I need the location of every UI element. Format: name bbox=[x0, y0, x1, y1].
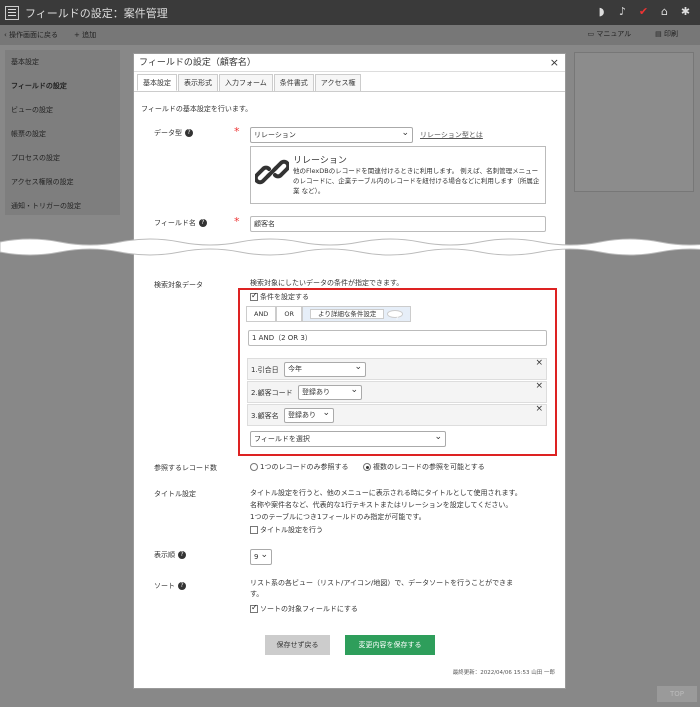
relation-help-link[interactable]: リレーション型とは bbox=[420, 130, 483, 140]
field-name-input[interactable]: 顧客名 bbox=[250, 216, 546, 232]
relation-title: リレーション bbox=[293, 156, 347, 166]
title-setting-desc: 名称や案件名など、代表的な1行テキストまたはリレーションを設定してください。 bbox=[250, 501, 513, 509]
ref-count-label: 参照するレコード数 bbox=[154, 464, 217, 472]
data-type-label: データ型? bbox=[154, 128, 193, 138]
print-link[interactable]: ▤ 印刷 bbox=[655, 29, 686, 39]
title-setting-checkbox[interactable]: タイトル設定を行う bbox=[250, 525, 323, 535]
link-icon bbox=[255, 159, 289, 185]
help-icon[interactable]: ? bbox=[178, 551, 186, 559]
relation-info-box: リレーション 他のFlexDBのレコードを関連付けるときに利用します。 例えば、… bbox=[250, 146, 546, 204]
tab-access[interactable]: アクセス権 bbox=[314, 74, 362, 91]
add-button[interactable]: + 追加 bbox=[74, 30, 104, 40]
cancel-button[interactable]: 保存せず戻る bbox=[265, 635, 330, 655]
torn-edge-divider bbox=[0, 238, 700, 256]
title-setting-desc: タイトル設定を行うと、他のメニューに表示される時にタイトルとして使用されます。 bbox=[250, 489, 522, 497]
help-icon[interactable]: ? bbox=[178, 582, 186, 590]
manual-link[interactable]: ▭ マニュアル bbox=[588, 29, 640, 39]
display-order-label: 表示順? bbox=[154, 550, 186, 560]
dialog-title: フィールドの設定（顧客名） × bbox=[134, 54, 565, 72]
home-icon[interactable]: ⌂ bbox=[658, 5, 671, 18]
sidebar-item-notify[interactable]: 通知・トリガーの設定 bbox=[5, 194, 120, 218]
hamburger-icon[interactable] bbox=[5, 5, 19, 20]
dialog-description: フィールドの基本設定を行います。 bbox=[141, 105, 253, 113]
top-bar: フィールドの設定：案件管理 ◗ ♪ ✔ ⌂ ✱ bbox=[0, 0, 700, 25]
save-button[interactable]: 変更内容を保存する bbox=[345, 635, 435, 655]
sidebar-item-process[interactable]: プロセスの設定 bbox=[5, 146, 120, 170]
tab-display[interactable]: 表示形式 bbox=[178, 74, 218, 91]
tab-input-form[interactable]: 入力フォーム bbox=[219, 74, 273, 91]
check-icon[interactable]: ✔ bbox=[637, 5, 650, 18]
ref-single-radio[interactable]: 1つのレコードのみ参照する bbox=[250, 462, 348, 472]
background-panel bbox=[574, 52, 694, 192]
search-target-label: 検索対象データ bbox=[154, 281, 203, 289]
required-mark: * bbox=[234, 125, 240, 138]
last-updated: 最終更新：2022/04/06 15:53 山田 一郎 bbox=[452, 670, 555, 676]
search-target-description: 検索対象にしたいデータの条件が指定できます。 bbox=[250, 279, 404, 287]
help-icon[interactable]: ? bbox=[198, 219, 207, 227]
field-name-label: フィールド名? bbox=[154, 218, 207, 228]
close-icon[interactable]: × bbox=[550, 54, 559, 72]
relation-description: 他のFlexDBのレコードを関連付けるときに利用します。 例えば、名刺管理メニュ… bbox=[293, 167, 540, 195]
top-button[interactable]: TOP bbox=[657, 686, 697, 702]
title-setting-desc: 1つのテーブルにつき1フィールドのみ指定が可能です。 bbox=[250, 513, 426, 521]
highlight-box bbox=[238, 288, 557, 456]
shield-icon[interactable]: ◗ bbox=[595, 5, 608, 18]
settings-sidebar: 基本設定 フィールドの設定 ビューの設定 帳票の設定 プロセスの設定 アクセス権… bbox=[5, 50, 120, 215]
ref-multiple-radio[interactable]: 複数のレコードの参照を可能とする bbox=[363, 462, 485, 472]
dialog-tabs: 基本設定 表示形式 入力フォーム 条件書式 アクセス権 bbox=[134, 74, 565, 92]
page-title: フィールドの設定：案件管理 bbox=[25, 6, 168, 20]
bell-icon[interactable]: ♪ bbox=[616, 5, 629, 18]
sidebar-item-views[interactable]: ビューの設定 bbox=[5, 98, 120, 122]
tab-conditional-format[interactable]: 条件書式 bbox=[273, 74, 314, 91]
data-type-select[interactable]: リレーション bbox=[250, 126, 413, 143]
help-icon[interactable]: ? bbox=[185, 129, 193, 137]
sidebar-item-fields[interactable]: フィールドの設定 bbox=[5, 74, 120, 98]
sort-desc: リスト系の各ビュー（リスト/アイコン/地図）で、データソートを行うことができま bbox=[250, 579, 514, 587]
sidebar-item-forms[interactable]: 帳票の設定 bbox=[5, 122, 120, 146]
tab-basic[interactable]: 基本設定 bbox=[137, 74, 177, 91]
title-setting-label: タイトル設定 bbox=[154, 490, 196, 498]
back-link[interactable]: ‹ 操作画面に戻る bbox=[4, 30, 66, 40]
sort-label: ソート? bbox=[154, 581, 186, 591]
gear-icon[interactable]: ✱ bbox=[679, 5, 692, 18]
sidebar-item-basic[interactable]: 基本設定 bbox=[5, 50, 120, 74]
sort-checkbox[interactable]: ソートの対象フィールドにする bbox=[250, 603, 358, 614]
display-order-select[interactable]: 9 bbox=[250, 548, 272, 565]
sidebar-item-access[interactable]: アクセス権限の設定 bbox=[5, 170, 120, 194]
required-mark: * bbox=[234, 215, 240, 228]
sub-toolbar: ‹ 操作画面に戻る + 追加 ▭ マニュアル ▤ 印刷 bbox=[0, 25, 700, 45]
sort-desc: す。 bbox=[250, 590, 264, 598]
